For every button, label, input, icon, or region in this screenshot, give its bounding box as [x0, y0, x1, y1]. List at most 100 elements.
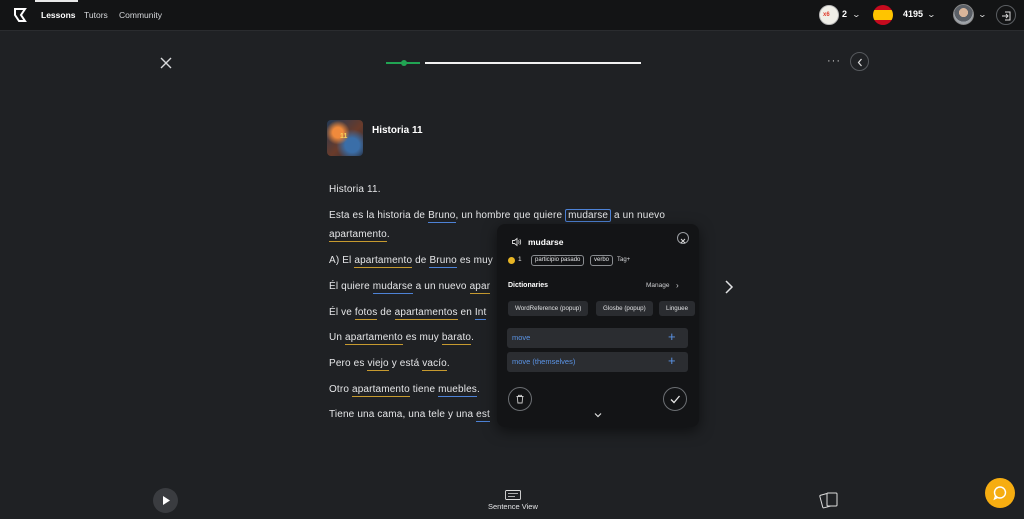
known-word[interactable]: apartamento: [345, 332, 403, 345]
known-word[interactable]: vacío: [422, 358, 447, 371]
known-word[interactable]: fotos: [354, 307, 378, 320]
lesson-progress-dot: [401, 60, 407, 66]
coin-icon: [508, 257, 515, 264]
meaning-suggestion[interactable]: move +: [507, 328, 688, 348]
plus-icon[interactable]: +: [668, 329, 676, 344]
text-line: Él ve fotos de apartamentos en Int: [329, 307, 487, 320]
text-plain: Un: [329, 332, 346, 343]
known-word[interactable]: viejo: [367, 358, 389, 371]
text-plain: de: [412, 255, 430, 266]
known-word[interactable]: apartamento: [329, 229, 387, 242]
text-line: A) El apartamento de Bruno es muy: [329, 255, 493, 268]
text-plain: en: [457, 307, 475, 318]
lesson-cover-number: 11: [340, 133, 348, 140]
selected-word[interactable]: mudarse: [565, 209, 612, 222]
speaker-icon[interactable]: [511, 236, 523, 248]
exit-button[interactable]: [996, 5, 1016, 25]
lingq-logo-icon[interactable]: [13, 7, 29, 23]
next-page-icon[interactable]: [723, 279, 735, 295]
text-line: Tiene una cama, una tele y una est: [329, 409, 490, 422]
nav-active-indicator: [35, 0, 78, 2]
chevron-down-icon[interactable]: ⌄: [852, 10, 861, 19]
text-plain: Tiene una cama, una tele y una: [329, 409, 477, 420]
text-plain: y está: [388, 358, 423, 369]
coin-count: 1: [518, 256, 522, 263]
popup-close-button[interactable]: [677, 232, 689, 244]
meaning-text: move: [512, 333, 531, 342]
text-line: Él quiere mudarse a un nuevo apar: [329, 281, 491, 294]
streak-count: 2: [842, 9, 848, 19]
known-word[interactable]: barato: [441, 332, 472, 345]
lesson-title: Historia 11: [372, 125, 423, 136]
plus-icon[interactable]: +: [668, 353, 676, 368]
add-tag-button[interactable]: Tag+: [617, 257, 630, 263]
streak-multiplier: x6: [823, 12, 830, 18]
text-plain: .: [471, 332, 475, 343]
chevron-right-icon[interactable]: ›: [676, 281, 679, 290]
streak-badge[interactable]: x6: [819, 5, 839, 25]
flashcards-icon[interactable]: [818, 490, 840, 510]
sentence-view-label[interactable]: Sentence View: [488, 502, 538, 511]
exit-icon: [1002, 11, 1011, 21]
manage-dictionaries-link[interactable]: Manage: [646, 282, 670, 289]
play-icon: [163, 496, 170, 505]
lingq-word[interactable]: Bruno: [428, 210, 456, 223]
text-plain: A) El: [329, 255, 355, 266]
tag-verbo[interactable]: verbo: [590, 255, 614, 266]
spanish-flag-icon[interactable]: [873, 5, 893, 25]
text-line: apartamento.: [329, 229, 390, 242]
trash-icon: [516, 394, 524, 404]
text-plain: .: [476, 384, 480, 395]
known-word[interactable]: apartamento: [354, 255, 413, 268]
text-plain: a un nuevo: [412, 281, 470, 292]
chevron-down-icon[interactable]: ⌄: [978, 10, 987, 19]
text-plain: tiene: [409, 384, 439, 395]
play-audio-button[interactable]: [153, 488, 178, 513]
meaning-suggestion[interactable]: move (themselves) +: [507, 352, 688, 372]
text-plain: .: [446, 358, 450, 369]
close-icon: [680, 238, 686, 244]
tag-participio-pasado[interactable]: participio pasado: [531, 255, 585, 266]
lingq-word[interactable]: mudarse: [372, 281, 413, 294]
text-plain: a un nuevo: [611, 210, 666, 221]
mark-known-button[interactable]: [663, 387, 687, 411]
text-plain: Otro: [329, 384, 352, 395]
chevron-down-icon[interactable]: [593, 411, 603, 419]
lingq-word[interactable]: Int: [474, 307, 487, 320]
more-options-icon[interactable]: ···: [827, 55, 841, 67]
avatar[interactable]: [953, 4, 974, 25]
lingq-word[interactable]: Bruno: [429, 255, 457, 268]
nav-lessons[interactable]: Lessons: [41, 10, 76, 20]
lingq-word[interactable]: est: [476, 409, 490, 422]
popup-term: mudarse: [528, 237, 564, 247]
known-word[interactable]: apartamento: [351, 384, 410, 397]
text-line: Esta es la historia de Bruno, un hombre …: [329, 209, 666, 223]
lingq-count: 4195: [903, 9, 924, 19]
text-plain: de: [377, 307, 395, 318]
known-word[interactable]: apartamentos: [394, 307, 458, 320]
chevron-down-icon[interactable]: ⌄: [927, 10, 936, 19]
text-line: Otro apartamento tiene muebles.: [329, 384, 480, 397]
nav-tutors[interactable]: Tutors: [84, 10, 108, 20]
delete-lingq-button[interactable]: [508, 387, 532, 411]
text-plain: Historia 11.: [329, 184, 381, 195]
lingq-word[interactable]: muebles: [438, 384, 477, 397]
dictionary-linguee[interactable]: Linguee: [659, 301, 696, 316]
chat-icon: [993, 486, 1007, 501]
sentence-view-icon[interactable]: [505, 490, 521, 500]
close-lesson-icon[interactable]: [158, 55, 174, 71]
known-word[interactable]: apar: [469, 281, 491, 294]
previous-page-button[interactable]: [850, 52, 869, 71]
chat-support-button[interactable]: [985, 478, 1015, 508]
text-plain: es muy: [402, 332, 442, 343]
dictionary-wordreference[interactable]: WordReference (popup): [508, 301, 589, 316]
dictionary-glosbe[interactable]: Glosbe (popup): [596, 301, 653, 316]
text-plain: , un hombre que quiere: [455, 210, 566, 221]
text-line: Un apartamento es muy barato.: [329, 332, 475, 345]
nav-community[interactable]: Community: [119, 10, 162, 20]
meaning-text: move (themselves): [512, 357, 576, 366]
text-plain: Él quiere: [329, 281, 373, 292]
top-navbar: Lessons Tutors Community x6 2 ⌄ 4195 ⌄ ⌄: [0, 0, 1024, 31]
word-popup: mudarse 1 participio pasado verbo Tag+ D…: [497, 224, 699, 427]
text-plain: Esta es la historia de: [329, 210, 429, 221]
